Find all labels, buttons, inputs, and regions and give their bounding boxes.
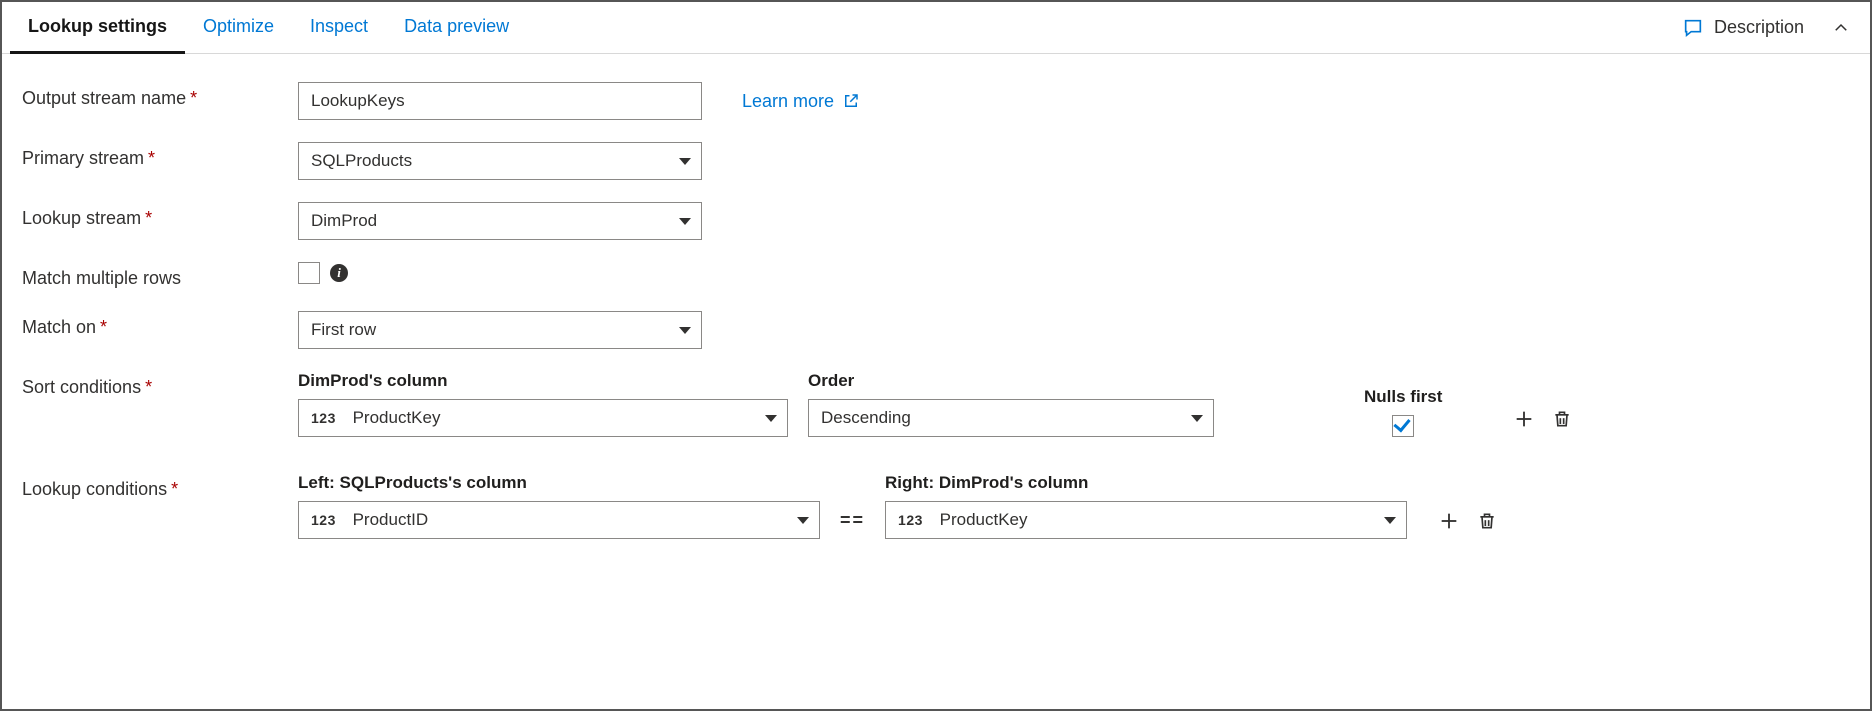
tab-optimize[interactable]: Optimize (185, 2, 292, 54)
row-sort-conditions: Sort conditions* DimProd's column 123 Pr… (22, 371, 1850, 437)
add-sort-condition-button[interactable] (1512, 407, 1536, 431)
delete-sort-condition-button[interactable] (1550, 407, 1574, 431)
row-output-stream: Output stream name* Learn more (22, 82, 1850, 120)
ctrl-output-stream: Learn more (298, 82, 860, 120)
label-match-multiple: Match multiple rows (22, 262, 298, 289)
caret-down-icon (679, 327, 691, 334)
comment-icon (1682, 17, 1704, 39)
delete-lookup-condition-button[interactable] (1475, 509, 1499, 533)
select-value: SQLProducts (311, 151, 412, 171)
output-stream-input[interactable] (298, 82, 702, 120)
label-match-on: Match on* (22, 311, 298, 338)
nulls-first-header: Nulls first (1364, 387, 1442, 407)
lookup-row-actions (1437, 509, 1499, 539)
caret-down-icon (679, 158, 691, 165)
select-value: ProductID (353, 510, 429, 529)
caret-down-icon (797, 517, 809, 524)
caret-down-icon (679, 218, 691, 225)
label-output-stream: Output stream name* (22, 82, 298, 109)
sort-column-select[interactable]: 123 ProductKey (298, 399, 788, 437)
tabbar: Lookup settings Optimize Inspect Data pr… (2, 2, 1870, 54)
sort-condition-block: DimProd's column 123 ProductKey Order De… (298, 371, 1574, 437)
row-match-on: Match on* First row (22, 311, 1850, 349)
sort-order-select[interactable]: Descending (808, 399, 1214, 437)
lookup-left-header: Left: SQLProducts's column (298, 473, 820, 493)
select-value: ProductKey (353, 408, 441, 427)
sort-row-actions (1512, 407, 1574, 437)
label-lookup-conditions: Lookup conditions* (22, 473, 298, 500)
lookup-right-header: Right: DimProd's column (885, 473, 1407, 493)
datatype-badge: 123 (311, 410, 336, 426)
tabs: Lookup settings Optimize Inspect Data pr… (10, 2, 527, 53)
tab-data-preview[interactable]: Data preview (386, 2, 527, 54)
caret-down-icon (1384, 517, 1396, 524)
row-match-multiple: Match multiple rows i (22, 262, 1850, 289)
chevron-up-icon (1832, 19, 1850, 37)
tab-lookup-settings[interactable]: Lookup settings (10, 2, 185, 54)
match-multiple-checkbox[interactable] (298, 262, 320, 284)
label-lookup-stream: Lookup stream* (22, 202, 298, 229)
label-primary-stream: Primary stream* (22, 142, 298, 169)
info-icon[interactable]: i (330, 264, 348, 282)
select-value: DimProd (311, 211, 377, 231)
add-lookup-condition-button[interactable] (1437, 509, 1461, 533)
lookup-right-select[interactable]: 123 ProductKey (885, 501, 1407, 539)
select-value: First row (311, 320, 376, 340)
external-link-icon (842, 92, 860, 110)
learn-more-link[interactable]: Learn more (742, 91, 860, 112)
sort-column-header: DimProd's column (298, 371, 788, 391)
caret-down-icon (765, 415, 777, 422)
select-value: Descending (821, 408, 911, 428)
equals-operator: == (840, 510, 865, 539)
lookup-left-select[interactable]: 123 ProductID (298, 501, 820, 539)
primary-stream-select[interactable]: SQLProducts (298, 142, 702, 180)
description-toggle[interactable]: Description (1682, 17, 1850, 39)
sort-order-header: Order (808, 371, 1214, 391)
nulls-first-checkbox[interactable] (1392, 415, 1414, 437)
form-body: Output stream name* Learn more Primary s… (2, 54, 1870, 539)
label-sort-conditions: Sort conditions* (22, 371, 298, 398)
lookup-settings-panel: Lookup settings Optimize Inspect Data pr… (0, 0, 1872, 711)
caret-down-icon (1191, 415, 1203, 422)
lookup-condition-block: Left: SQLProducts's column 123 ProductID… (298, 473, 1499, 539)
match-on-select[interactable]: First row (298, 311, 702, 349)
lookup-stream-select[interactable]: DimProd (298, 202, 702, 240)
description-label: Description (1714, 17, 1804, 38)
datatype-badge: 123 (311, 512, 336, 528)
select-value: ProductKey (940, 510, 1028, 529)
tab-label: Lookup settings (28, 16, 167, 37)
row-lookup-conditions: Lookup conditions* Left: SQLProducts's c… (22, 473, 1850, 539)
row-primary-stream: Primary stream* SQLProducts (22, 142, 1850, 180)
row-lookup-stream: Lookup stream* DimProd (22, 202, 1850, 240)
tab-label: Inspect (310, 16, 368, 37)
tab-inspect[interactable]: Inspect (292, 2, 386, 54)
tab-label: Data preview (404, 16, 509, 37)
tab-label: Optimize (203, 16, 274, 37)
datatype-badge: 123 (898, 512, 923, 528)
